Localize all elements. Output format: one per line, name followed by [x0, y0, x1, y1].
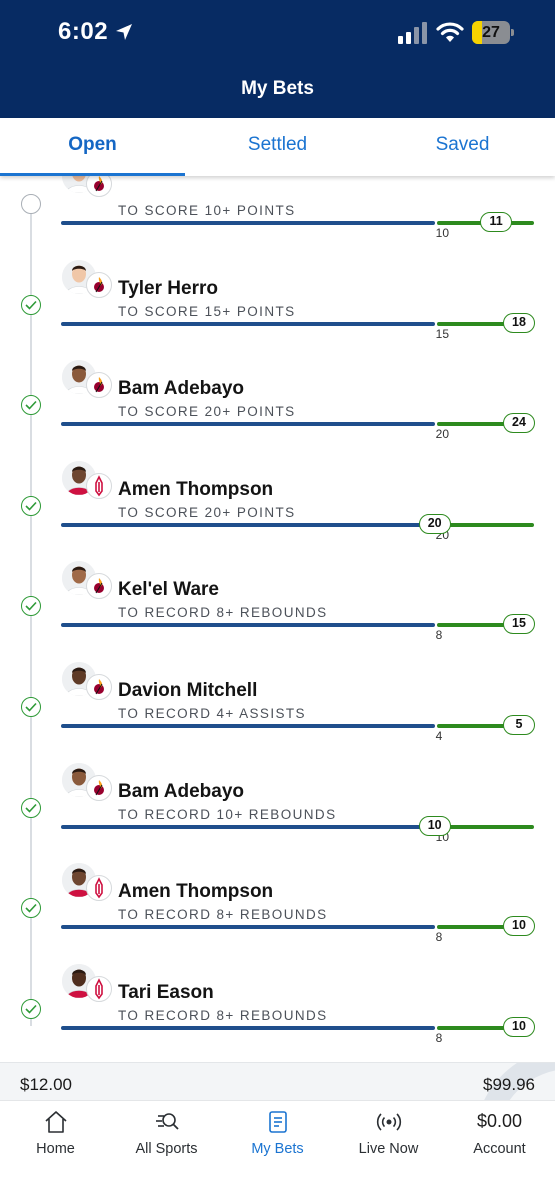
player-name: Davion Mitchell — [118, 680, 258, 701]
top-header: 6:02 27 My Bets — [0, 0, 555, 118]
bet-leg[interactable]: TO SCORE 10+ POINTS 10 11 — [0, 176, 555, 240]
bet-leg[interactable]: Amen Thompson TO SCORE 20+ POINTS 20 20 — [0, 403, 555, 542]
nav-all-sports-label: All Sports — [135, 1141, 198, 1157]
nav-live-now[interactable]: Live Now — [333, 1101, 444, 1200]
player-name: Amen Thompson — [118, 478, 274, 500]
current-stat-badge: 10 — [503, 1016, 535, 1037]
battery-cap — [511, 29, 514, 36]
heat-logo-icon — [86, 271, 112, 298]
player-avatar-group — [62, 360, 114, 399]
active-tab-indicator — [0, 173, 185, 176]
player-name: Bam Adebayo — [118, 378, 244, 400]
bet-market: TO RECORD 8+ REBOUNDS — [118, 1007, 328, 1023]
battery-indicator: 27 — [472, 21, 514, 44]
player-name: Tyler Herro — [118, 277, 218, 299]
player-avatar-group — [62, 259, 114, 298]
bet-legs-list[interactable]: TO SCORE 10+ POINTS 10 11 Tyler Herro TO SCO… — [0, 176, 555, 1062]
nav-all-sports[interactable]: All Sports — [111, 1101, 222, 1200]
heat-logo-icon — [86, 372, 112, 399]
heat-logo-icon — [86, 774, 112, 801]
app-screen: 6:02 27 My Bets Open Settled Saved TO SC… — [0, 0, 555, 1200]
player-avatar-group — [62, 460, 114, 499]
bet-summary-bar[interactable]: $12.00 $99.96 — [0, 1062, 555, 1100]
player-avatar-group — [62, 561, 114, 600]
home-icon — [45, 1111, 67, 1133]
account-balance: $0.00 — [476, 1111, 523, 1131]
battery-level: 27 — [482, 24, 500, 41]
bet-leg[interactable]: Amen Thompson TO RECORD 8+ REBOUNDS 8 10 — [0, 805, 555, 944]
target-value: 8 — [435, 1030, 443, 1045]
player-name: Tari Eason — [118, 981, 214, 1003]
bet-leg[interactable]: Tyler Herro TO SCORE 15+ POINTS 15 18 — [0, 202, 555, 341]
nav-account[interactable]: $0.00 Account — [444, 1101, 555, 1200]
status-time: 6:02 — [58, 18, 109, 45]
bet-leg[interactable]: Bam Adebayo TO RECORD 10+ REBOUNDS 10 10 — [0, 705, 555, 844]
wager-amount: $12.00 — [20, 1075, 72, 1094]
payout-amount: $99.96 — [483, 1075, 535, 1094]
progress-bar-fill — [61, 1025, 435, 1030]
rockets-logo-icon — [86, 975, 112, 1002]
nav-home[interactable]: Home — [0, 1101, 111, 1200]
heat-logo-icon — [86, 573, 112, 600]
nav-home-label: Home — [36, 1141, 75, 1157]
live-broadcast-icon — [376, 1113, 402, 1131]
bets-tabs: Open Settled Saved — [0, 118, 555, 176]
tab-settled[interactable]: Settled — [185, 118, 370, 176]
player-avatar-group — [62, 662, 114, 700]
heat-logo-icon — [86, 176, 112, 197]
player-avatar-group — [62, 176, 114, 197]
player-avatar-group — [62, 762, 114, 801]
nav-live-now-label: Live Now — [358, 1141, 419, 1157]
heat-logo-icon — [86, 674, 112, 700]
bet-leg[interactable]: Davion Mitchell TO RECORD 4+ ASSISTS 4 5 — [0, 604, 555, 743]
player-avatar-group — [62, 863, 114, 902]
bottom-navigation: Home All Sports My Bets Live Now $0.00 A… — [0, 1100, 555, 1200]
leg-won-check-icon — [21, 998, 41, 1019]
player-avatar-group — [62, 963, 114, 1002]
nav-my-bets-label: My Bets — [251, 1141, 304, 1157]
nav-my-bets[interactable]: My Bets — [222, 1101, 333, 1200]
bet-slip-icon — [269, 1111, 287, 1133]
player-name: Kel'el Ware — [118, 579, 219, 601]
battery-icon: 27 — [472, 21, 510, 44]
search-icon — [156, 1113, 179, 1130]
wifi-icon — [436, 22, 464, 42]
rockets-logo-icon — [86, 472, 112, 499]
tab-saved[interactable]: Saved — [370, 118, 555, 176]
bet-leg[interactable]: Bam Adebayo TO SCORE 20+ POINTS 20 24 — [0, 302, 555, 441]
cellular-signal-icon — [398, 22, 427, 44]
page-title: My Bets — [241, 78, 314, 99]
rockets-logo-icon — [86, 875, 112, 902]
player-name: Amen Thompson — [118, 881, 274, 903]
tab-open[interactable]: Open — [0, 118, 185, 176]
player-name: Bam Adebayo — [118, 780, 244, 802]
location-arrow-icon — [116, 24, 132, 40]
bet-leg[interactable]: Kel'el Ware TO RECORD 8+ REBOUNDS 8 15 — [0, 503, 555, 642]
nav-account-label: Account — [473, 1141, 526, 1157]
bet-leg[interactable]: Tari Eason TO RECORD 8+ REBOUNDS 8 10 — [0, 906, 555, 1045]
